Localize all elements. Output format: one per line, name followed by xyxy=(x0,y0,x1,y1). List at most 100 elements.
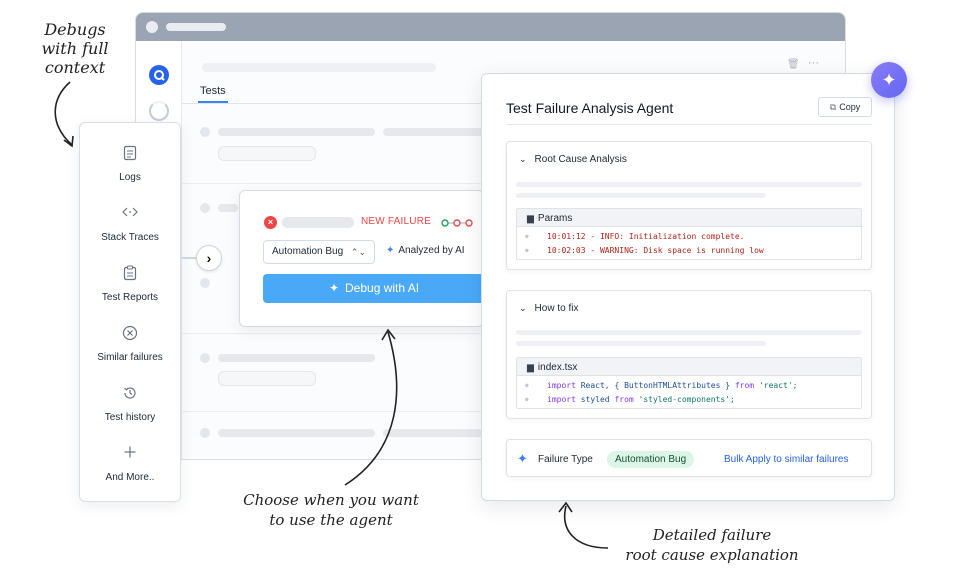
pipeline-status-icon xyxy=(440,217,474,232)
code-line: ● import styled from 'styled-components'; xyxy=(517,393,861,407)
copy-button[interactable]: ⧉ Copy xyxy=(818,97,872,117)
annotation-line: with full xyxy=(41,39,109,58)
menu-item-test-reports[interactable]: Test Reports xyxy=(80,265,180,303)
expand-chevron-button[interactable]: › xyxy=(196,245,222,271)
chevron-down-icon: ⌄ xyxy=(519,154,527,164)
annotation-line: to use the agent xyxy=(269,511,393,529)
analysis-agent-panel: Test Failure Analysis Agent ⧉ Copy ⌄ Root … xyxy=(481,73,895,501)
annotation-line: Debugs xyxy=(44,20,106,39)
bulk-apply-link[interactable]: Bulk Apply to similar failures xyxy=(724,454,849,465)
wrench-icon[interactable] xyxy=(149,65,169,85)
row-placeholder-dot xyxy=(200,353,210,363)
row-placeholder-dot xyxy=(200,428,210,438)
tab-tests[interactable]: Tests xyxy=(200,85,226,97)
analyzed-by-ai-label: ✦ Analyzed by AI xyxy=(386,245,465,256)
root-cause-toggle[interactable]: ⌄ Root Cause Analysis xyxy=(519,154,627,165)
row-placeholder xyxy=(218,354,375,362)
arrow-to-panel xyxy=(564,505,609,549)
menu-connector-line xyxy=(182,257,196,259)
file-icon: ▆ xyxy=(527,213,534,223)
debug-button-label: Debug with AI xyxy=(345,281,420,295)
line-gutter-dot: ● xyxy=(525,233,529,240)
section-heading: How to fix xyxy=(534,303,579,314)
code-string: 'react'; xyxy=(754,381,798,390)
line-gutter-dot: ● xyxy=(525,396,529,403)
debug-with-ai-button[interactable]: ✦ Debug with AI xyxy=(263,274,485,303)
text-placeholder xyxy=(516,182,862,187)
row-placeholder-dot xyxy=(200,278,210,288)
code-block-header: ▆ index.tsx xyxy=(517,358,861,376)
chevron-down-icon: ⌄ xyxy=(519,303,527,313)
root-cause-section: ⌄ Root Cause Analysis ▆ Params ● 10:01:12 -… xyxy=(506,141,872,270)
row-placeholder-chip xyxy=(218,146,316,161)
code-text: React, { ButtonHTMLAttributes } xyxy=(575,381,735,390)
tab-active-indicator xyxy=(198,101,228,103)
annotation-line: context xyxy=(44,58,106,77)
context-menu: Logs Stack Traces Test Reports Similar f… xyxy=(79,122,181,502)
window-titlebar xyxy=(136,13,845,41)
row-placeholder-dot xyxy=(200,203,210,213)
code-keyword: from xyxy=(614,395,634,404)
menu-item-similar-failures[interactable]: Similar failures xyxy=(80,325,180,363)
row-placeholder-dot xyxy=(200,127,210,137)
history-icon xyxy=(121,385,139,403)
code-block-header: ▆ Params xyxy=(517,209,861,227)
menu-item-label: Similar failures xyxy=(97,352,163,363)
line-gutter-dot: ● xyxy=(525,247,529,254)
failure-type-badge[interactable]: Automation Bug xyxy=(607,451,695,468)
log-line-text: 10:02:03 - WARNING: Disk space is runnin… xyxy=(547,246,764,255)
annotation-choose-when: Choose when you want to use the agent xyxy=(225,490,437,530)
loading-ring-icon[interactable] xyxy=(149,101,169,121)
row-placeholder xyxy=(218,128,375,136)
row-placeholder xyxy=(218,429,375,437)
copy-label: Copy xyxy=(839,102,861,112)
log-line-text: 10:01:12 - INFO: Initialization complete… xyxy=(547,232,745,241)
params-code-block: ▆ Params ● 10:01:12 - INFO: Initialization… xyxy=(516,208,862,260)
code-keyword: import xyxy=(547,381,576,390)
menu-item-label: Stack Traces xyxy=(101,232,159,243)
text-placeholder xyxy=(516,330,862,335)
sparkle-icon: ✦ xyxy=(328,281,339,295)
trash-icon[interactable]: 🗑 xyxy=(787,59,800,70)
menu-item-label: Logs xyxy=(119,172,141,183)
title-divider xyxy=(506,124,872,125)
clipboard-icon xyxy=(121,265,139,283)
line-gutter-dot: ● xyxy=(525,382,529,389)
ai-sparkle-badge-icon: ✦ xyxy=(871,62,907,98)
test-name-placeholder xyxy=(282,217,354,228)
failure-type-bar: ✦ Failure Type Automation Bug Bulk Apply… xyxy=(506,439,872,477)
row-placeholder xyxy=(383,429,483,437)
panel-title: Test Failure Analysis Agent xyxy=(506,100,674,116)
log-line: ● 10:01:12 - INFO: Initialization complet… xyxy=(517,230,861,244)
menu-item-test-history[interactable]: Test history xyxy=(80,385,180,423)
code-file-name: index.tsx xyxy=(537,362,578,373)
sparkle-icon: ✦ xyxy=(517,451,528,466)
text-placeholder xyxy=(516,341,766,346)
plus-icon xyxy=(121,445,139,463)
log-line: ● 10:02:03 - WARNING: Disk space is runni… xyxy=(517,244,861,258)
annotation-debugs-full-context: Debugs with full context xyxy=(30,20,120,77)
chevron-updown-icon: ⌃⌄ xyxy=(350,247,366,257)
dropdown-value: Automation Bug xyxy=(272,246,344,257)
text-placeholder xyxy=(516,193,766,198)
code-text: styled xyxy=(575,395,615,404)
analyzed-text: Analyzed by AI xyxy=(398,245,465,256)
chevron-right-icon: › xyxy=(206,250,212,266)
more-icon[interactable]: ··· xyxy=(808,57,819,69)
menu-item-stack-traces[interactable]: Stack Traces xyxy=(80,205,180,243)
how-to-fix-section: ⌄ How to fix ▆ index.tsx ● import React, { … xyxy=(506,290,872,419)
failure-category-dropdown[interactable]: Automation Bug ⌃⌄ xyxy=(263,240,375,264)
row-placeholder-chip xyxy=(218,371,316,386)
how-to-fix-toggle[interactable]: ⌄ How to fix xyxy=(519,303,578,314)
failure-x-icon: × xyxy=(264,216,277,229)
window-title-placeholder xyxy=(166,23,226,31)
window-control-dot[interactable] xyxy=(146,21,158,33)
copy-icon: ⧉ xyxy=(829,102,837,112)
annotation-line: Choose when you want xyxy=(243,491,419,509)
file-icon: ▆ xyxy=(527,362,534,372)
arrowhead xyxy=(63,135,74,148)
menu-item-logs[interactable]: Logs xyxy=(80,145,180,183)
menu-item-and-more[interactable]: And More.. xyxy=(80,445,180,483)
annotation-line: Detailed failure xyxy=(652,526,772,544)
circle-x-icon xyxy=(121,325,139,343)
